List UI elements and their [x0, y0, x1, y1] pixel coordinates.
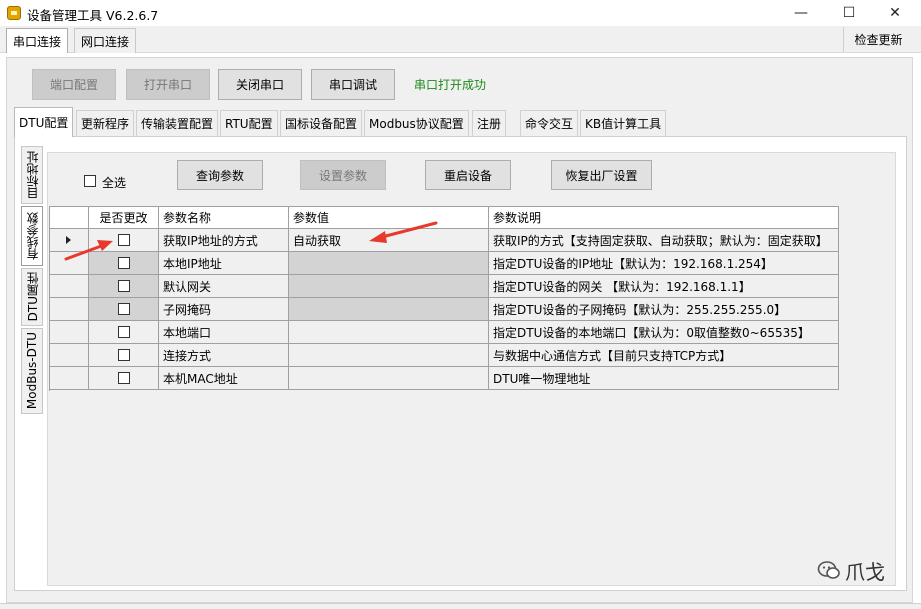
vtab-dtu-properties[interactable]: DTU属性	[21, 268, 43, 326]
changed-cell[interactable]	[89, 367, 159, 390]
param-desc-cell: 指定DTU设备的子网掩码【默认为：255.255.255.0】	[489, 298, 839, 321]
watermark-text: 爪戈	[845, 560, 885, 584]
vtab-label: 目标地址	[25, 151, 40, 199]
window-title: 设备管理工具 V6.2.6.7	[27, 8, 159, 23]
tab-dtu-config[interactable]: DTU配置	[14, 107, 74, 137]
header-changed[interactable]: 是否更改	[89, 206, 159, 229]
header-param-desc[interactable]: 参数说明	[489, 206, 839, 229]
changed-cell[interactable]	[89, 298, 159, 321]
port-config-button[interactable]: 端口配置	[32, 69, 116, 100]
param-desc-cell: DTU唯一物理地址	[489, 367, 839, 390]
row-selector[interactable]	[49, 252, 89, 275]
close-button[interactable]: ✕	[872, 0, 918, 26]
row-selector[interactable]	[49, 321, 89, 344]
table-row[interactable]: 本地IP地址 指定DTU设备的IP地址【默认为：192.168.1.254】	[49, 252, 839, 275]
param-desc-cell: 指定DTU设备的IP地址【默认为：192.168.1.254】	[489, 252, 839, 275]
close-port-button[interactable]: 关闭串口	[218, 69, 302, 100]
param-name-cell: 子网掩码	[159, 298, 289, 321]
changed-cell[interactable]	[89, 344, 159, 367]
vtab-label: ModBus-DTU	[25, 332, 39, 410]
param-value-cell[interactable]	[289, 344, 489, 367]
change-checkbox[interactable]	[117, 349, 130, 361]
change-checkbox[interactable]	[117, 326, 130, 338]
changed-cell[interactable]	[89, 229, 159, 252]
table-row[interactable]: 默认网关 指定DTU设备的网关 【默认为：192.168.1.1】	[49, 275, 839, 298]
tab-modbus-config[interactable]: Modbus协议配置	[364, 110, 469, 136]
factory-reset-button[interactable]: 恢复出厂设置	[551, 160, 652, 190]
port-debug-button[interactable]: 串口调试	[311, 69, 395, 100]
wechat-logo-icon	[817, 561, 840, 579]
changed-cell[interactable]	[89, 321, 159, 344]
set-params-button[interactable]: 设置参数	[300, 160, 386, 190]
changed-cell[interactable]	[89, 275, 159, 298]
param-desc-cell: 指定DTU设备的网关 【默认为：192.168.1.1】	[489, 275, 839, 298]
param-name-cell: 默认网关	[159, 275, 289, 298]
row-selector[interactable]	[49, 229, 89, 252]
restart-device-button[interactable]: 重启设备	[425, 160, 511, 190]
select-all-checkbox[interactable]	[84, 175, 96, 187]
connection-tab-strip	[0, 26, 921, 53]
param-value-cell[interactable]	[289, 298, 489, 321]
param-name-cell: 获取IP地址的方式	[159, 229, 289, 252]
changed-cell[interactable]	[89, 252, 159, 275]
query-params-button[interactable]: 查询参数	[177, 160, 263, 190]
param-desc-cell: 与数据中心通信方式【目前只支持TCP方式】	[489, 344, 839, 367]
table-row[interactable]: 本地端口 指定DTU设备的本地端口【默认为：0取值整数0~65535】	[49, 321, 839, 344]
tab-command-interaction[interactable]: 命令交互	[520, 110, 579, 136]
minimize-button[interactable]: —	[778, 0, 824, 26]
param-desc-cell: 指定DTU设备的本地端口【默认为：0取值整数0~65535】	[489, 321, 839, 344]
row-selector[interactable]	[49, 367, 89, 390]
maximize-button[interactable]: ☐	[826, 0, 872, 26]
change-checkbox[interactable]	[117, 372, 130, 384]
select-all-label: 全选	[102, 176, 127, 190]
param-value-cell[interactable]	[289, 321, 489, 344]
vtab-modbus-dtu[interactable]: ModBus-DTU	[21, 328, 43, 414]
change-checkbox[interactable]	[117, 257, 130, 269]
tab-update-program[interactable]: 更新程序	[76, 110, 135, 136]
param-value-cell[interactable]	[289, 252, 489, 275]
table-row[interactable]: 本机MAC地址 DTU唯一物理地址	[49, 367, 839, 390]
row-header-cell	[49, 206, 89, 229]
param-name-cell: 本地端口	[159, 321, 289, 344]
app-icon	[7, 6, 21, 20]
tab-national-device-config[interactable]: 国标设备配置	[280, 110, 363, 136]
row-selector[interactable]	[49, 275, 89, 298]
tab-kb-calculator[interactable]: KB值计算工具	[580, 110, 667, 136]
port-status-text: 串口打开成功	[414, 78, 487, 92]
param-value-cell[interactable]	[289, 367, 489, 390]
param-value-cell[interactable]: 自动获取	[289, 229, 489, 252]
row-selector[interactable]	[49, 298, 89, 321]
check-update-button[interactable]: 检查更新	[843, 27, 913, 52]
tab-network-connection[interactable]: 网口连接	[74, 28, 137, 53]
open-port-button[interactable]: 打开串口	[126, 69, 210, 100]
param-name-cell: 连接方式	[159, 344, 289, 367]
tab-rtu-config[interactable]: RTU配置	[220, 110, 278, 136]
param-value-cell[interactable]	[289, 275, 489, 298]
table-header-row: 是否更改 参数名称 参数值 参数说明	[49, 206, 839, 229]
param-name-cell: 本机MAC地址	[159, 367, 289, 390]
param-desc-cell: 获取IP的方式【支持固定获取、自动获取；默认为：固定获取】	[489, 229, 839, 252]
change-checkbox[interactable]	[117, 303, 130, 315]
table-row[interactable]: 子网掩码 指定DTU设备的子网掩码【默认为：255.255.255.0】	[49, 298, 839, 321]
bottom-edge	[0, 603, 921, 609]
tab-serial-connection[interactable]: 串口连接	[6, 28, 69, 53]
row-selector[interactable]	[49, 344, 89, 367]
header-param-value[interactable]: 参数值	[289, 206, 489, 229]
header-param-name[interactable]: 参数名称	[159, 206, 289, 229]
table-row[interactable]: 连接方式 与数据中心通信方式【目前只支持TCP方式】	[49, 344, 839, 367]
vtab-target-address[interactable]: 目标地址	[21, 146, 43, 204]
vtab-label: DTU属性	[25, 272, 40, 322]
change-checkbox[interactable]	[117, 234, 130, 246]
param-name-cell: 本地IP地址	[159, 252, 289, 275]
current-row-icon	[66, 236, 71, 244]
change-checkbox[interactable]	[117, 280, 130, 292]
tab-transfer-device-config[interactable]: 传输装置配置	[136, 110, 219, 136]
tab-register[interactable]: 注册	[472, 110, 507, 136]
table-row[interactable]: 获取IP地址的方式 自动获取 获取IP的方式【支持固定获取、自动获取；默认为：固…	[49, 229, 839, 252]
vtab-wired-params[interactable]: 有线参数	[21, 206, 43, 266]
vtab-label: 有线参数	[25, 212, 40, 260]
